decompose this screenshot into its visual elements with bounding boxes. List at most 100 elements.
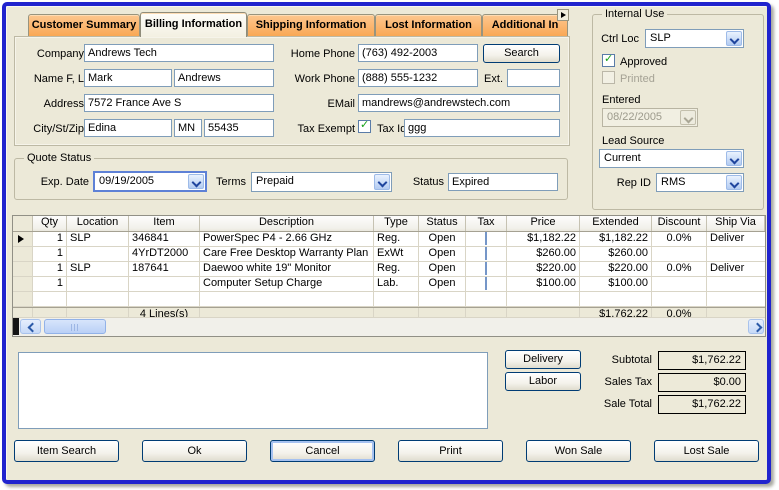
table-row-empty[interactable] [13, 292, 765, 307]
last-name-input[interactable] [174, 69, 274, 87]
cell-shipvia[interactable]: Deliver [707, 262, 765, 276]
tab-shipping-information[interactable]: Shipping Information [247, 14, 375, 36]
cell-description[interactable]: Computer Setup Charge [200, 277, 374, 291]
grid-header-status[interactable]: Status [419, 216, 466, 231]
ctrl-loc-combo[interactable]: SLP [645, 29, 744, 48]
table-row[interactable]: 1 Computer Setup Charge Lab. Open $100.0… [13, 277, 765, 292]
tax-id-input[interactable] [404, 119, 560, 137]
grid-header-extended[interactable]: Extended [580, 216, 652, 231]
cell-type[interactable]: Lab. [374, 277, 419, 291]
cell-extended[interactable]: $260.00 [580, 247, 652, 261]
entered-date-combo[interactable]: 08/22/2005 [602, 108, 698, 127]
cell-price[interactable]: $260.00 [507, 247, 580, 261]
first-name-input[interactable] [84, 69, 172, 87]
email-input[interactable] [358, 94, 560, 112]
table-row[interactable]: 1 4YrDT2000 Care Free Desktop Warranty P… [13, 247, 765, 262]
cell-discount[interactable]: 0.0% [652, 232, 707, 246]
cell-extended[interactable]: $220.00 [580, 262, 652, 276]
cell-discount[interactable]: 0.0% [652, 262, 707, 276]
cell-item[interactable] [129, 277, 200, 291]
tax-checkbox[interactable] [485, 247, 487, 260]
cell-location[interactable]: SLP [67, 262, 129, 276]
work-phone-input[interactable] [358, 69, 478, 87]
tax-checkbox[interactable] [485, 262, 487, 275]
address-input[interactable] [84, 94, 274, 112]
cell-qty[interactable]: 1 [33, 247, 67, 261]
chevron-down-icon[interactable] [726, 175, 742, 190]
print-button[interactable]: Print [398, 440, 503, 462]
tax-checkbox[interactable] [485, 232, 487, 245]
tab-customer-summary[interactable]: Customer Summary [28, 14, 140, 36]
ok-button[interactable]: Ok [142, 440, 247, 462]
terms-combo[interactable]: Prepaid [251, 172, 392, 192]
ext-input[interactable] [507, 69, 560, 87]
search-button[interactable]: Search [483, 44, 560, 63]
cell-type[interactable]: Reg. [374, 232, 419, 246]
cell-item[interactable]: 346841 [129, 232, 200, 246]
cell-shipvia[interactable] [707, 247, 765, 261]
home-phone-input[interactable] [358, 44, 478, 62]
cell-shipvia[interactable] [707, 277, 765, 291]
approved-checkbox[interactable]: ✓ [602, 54, 615, 67]
cell-qty[interactable]: 1 [33, 232, 67, 246]
cell-location[interactable] [67, 247, 129, 261]
chevron-down-icon[interactable] [726, 31, 742, 46]
cell-price[interactable]: $100.00 [507, 277, 580, 291]
city-input[interactable] [84, 119, 172, 137]
cell-shipvia[interactable]: Deliver [707, 232, 765, 246]
grid-header-price[interactable]: Price [507, 216, 580, 231]
cell-price[interactable]: $1,182.22 [507, 232, 580, 246]
cell-qty[interactable]: 1 [33, 262, 67, 276]
rep-id-combo[interactable]: RMS [656, 173, 744, 192]
cell-item[interactable]: 4YrDT2000 [129, 247, 200, 261]
cell-description[interactable]: Care Free Desktop Warranty Plan [200, 247, 374, 261]
cell-qty[interactable]: 1 [33, 277, 67, 291]
cell-description[interactable]: PowerSpec P4 - 2.66 GHz [200, 232, 374, 246]
notes-textarea[interactable] [18, 352, 488, 429]
cell-type[interactable]: Reg. [374, 262, 419, 276]
lost-sale-button[interactable]: Lost Sale [654, 440, 759, 462]
cell-status[interactable]: Open [419, 262, 466, 276]
table-row[interactable]: 1 SLP 187641 Daewoo white 19" Monitor Re… [13, 262, 765, 277]
item-search-button[interactable]: Item Search [14, 440, 119, 462]
cell-description[interactable]: Daewoo white 19" Monitor [200, 262, 374, 276]
cell-status[interactable]: Open [419, 232, 466, 246]
grid-header-item[interactable]: Item [129, 216, 200, 231]
tab-additional-info[interactable]: Additional In [482, 14, 568, 36]
tax-checkbox[interactable] [485, 277, 487, 290]
chevron-down-icon[interactable] [726, 151, 742, 166]
cell-type[interactable]: ExWt [374, 247, 419, 261]
scrollbar-thumb[interactable] [44, 319, 106, 334]
won-sale-button[interactable]: Won Sale [526, 440, 631, 462]
cell-item[interactable]: 187641 [129, 262, 200, 276]
grid-header-tax[interactable]: Tax [466, 216, 507, 231]
cell-price[interactable]: $220.00 [507, 262, 580, 276]
cell-discount[interactable] [652, 247, 707, 261]
grid-horizontal-scrollbar[interactable] [13, 317, 765, 336]
cell-discount[interactable] [652, 277, 707, 291]
grid-header-type[interactable]: Type [374, 216, 419, 231]
grid-header-qty[interactable]: Qty [33, 216, 67, 231]
scroll-right-button[interactable] [748, 319, 764, 334]
state-input[interactable] [174, 119, 202, 137]
cell-status[interactable]: Open [419, 247, 466, 261]
lead-source-combo[interactable]: Current [599, 149, 744, 168]
tab-billing-information[interactable]: Billing Information [140, 12, 247, 37]
cell-location[interactable]: SLP [67, 232, 129, 246]
tab-scroll-button[interactable] [557, 9, 569, 21]
grid-header-description[interactable]: Description [200, 216, 374, 231]
cancel-button[interactable]: Cancel [270, 440, 375, 462]
cell-extended[interactable]: $100.00 [580, 277, 652, 291]
scroll-left-button[interactable] [20, 319, 41, 334]
status-input[interactable] [448, 173, 558, 191]
table-row[interactable]: 1 SLP 346841 PowerSpec P4 - 2.66 GHz Reg… [13, 232, 765, 247]
grid-header-shipvia[interactable]: Ship Via [707, 216, 765, 231]
printed-checkbox[interactable] [602, 71, 615, 84]
company-input[interactable] [84, 44, 274, 62]
tab-lost-information[interactable]: Lost Information [375, 14, 482, 36]
zip-input[interactable] [204, 119, 274, 137]
grid-header-location[interactable]: Location [67, 216, 129, 231]
cell-location[interactable] [67, 277, 129, 291]
cell-extended[interactable]: $1,182.22 [580, 232, 652, 246]
grid-header-discount[interactable]: Discount [652, 216, 707, 231]
